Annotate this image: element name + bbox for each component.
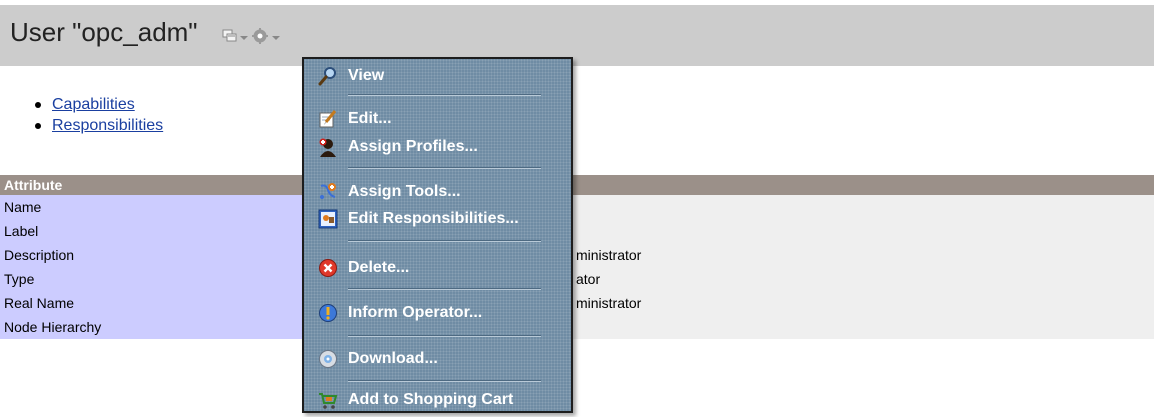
window-icon[interactable] <box>222 29 238 48</box>
attribute-table: Attribute Name Label Description ministr… <box>0 175 1154 339</box>
menu-item-label: Assign Tools... <box>348 183 461 200</box>
menu-item-label: Edit Responsibilities... <box>348 210 519 227</box>
table-row: Label <box>0 219 1154 243</box>
menu-item-label: Assign Profiles... <box>348 138 478 155</box>
chevron-down-icon[interactable] <box>272 36 280 40</box>
table-row: Type ator <box>0 267 1154 291</box>
menu-separator <box>348 167 541 169</box>
menu-separator <box>348 335 541 337</box>
menu-item-delete[interactable]: Delete... <box>312 256 564 280</box>
menu-item-add-to-shopping-cart[interactable]: Add to Shopping Cart <box>312 388 564 412</box>
table-row: Real Name ministrator <box>0 291 1154 315</box>
menu-item-label: Edit... <box>348 110 392 127</box>
responsibilities-link[interactable]: Responsibilities <box>52 117 163 134</box>
attribute-label: Type <box>0 267 311 291</box>
actions-dropdown-menu: View Edit... Assign Profiles... Assign T… <box>302 57 573 413</box>
chevron-down-icon[interactable] <box>240 36 248 40</box>
menu-item-label: Inform Operator... <box>348 304 483 321</box>
attribute-label: Name <box>0 195 311 219</box>
menu-item-label: Add to Shopping Cart <box>348 391 514 408</box>
gear-icon[interactable] <box>252 28 268 49</box>
attribute-column-header: Attribute <box>0 175 1154 195</box>
list-item: Responsibilities <box>35 116 163 137</box>
menu-separator <box>348 94 541 96</box>
profile-icon <box>318 137 338 157</box>
menu-separator <box>348 380 541 382</box>
delete-icon <box>318 258 338 278</box>
attribute-label: Label <box>0 219 311 243</box>
menu-item-edit-responsibilities[interactable]: Edit Responsibilities... <box>312 207 564 231</box>
menu-item-label: Delete... <box>348 259 410 276</box>
capabilities-link[interactable]: Capabilities <box>52 96 135 113</box>
bullet <box>35 123 41 129</box>
menu-item-assign-tools[interactable]: Assign Tools... <box>312 180 564 204</box>
table-row: Description ministrator <box>0 243 1154 267</box>
attribute-label: Node Hierarchy <box>0 315 311 339</box>
menu-item-edit[interactable]: Edit... <box>312 107 564 131</box>
magnifier-icon <box>318 66 338 86</box>
menu-item-label: View <box>348 67 385 84</box>
responsibilities-icon <box>318 209 338 229</box>
page-title: User "opc_adm" <box>10 17 198 47</box>
menu-item-label: Download... <box>348 350 438 367</box>
bullet <box>35 102 41 108</box>
edit-icon <box>318 109 338 129</box>
download-icon <box>318 349 338 369</box>
menu-item-assign-profiles[interactable]: Assign Profiles... <box>312 135 564 159</box>
menu-item-inform-operator[interactable]: Inform Operator... <box>312 301 564 325</box>
table-row: Name <box>0 195 1154 219</box>
menu-separator <box>348 240 541 242</box>
menu-item-view[interactable]: View <box>312 64 564 88</box>
cart-icon <box>318 390 338 410</box>
inform-icon <box>318 303 338 323</box>
menu-separator <box>348 288 541 290</box>
list-item: Capabilities <box>35 95 163 116</box>
related-links: Capabilities Responsibilities <box>35 95 163 137</box>
menu-item-download[interactable]: Download... <box>312 347 564 371</box>
tools-icon <box>318 182 338 202</box>
page-header: User "opc_adm" <box>0 0 1154 66</box>
table-row: Node Hierarchy <box>0 315 1154 339</box>
attribute-label: Real Name <box>0 291 311 315</box>
attribute-label: Description <box>0 243 311 267</box>
